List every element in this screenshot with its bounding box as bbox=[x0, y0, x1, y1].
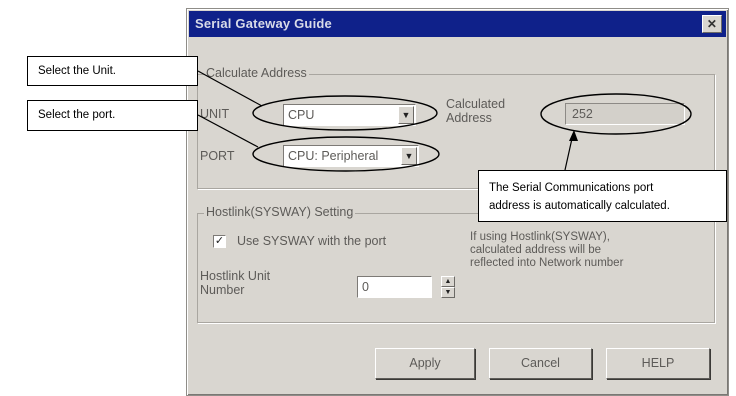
address-highlight-ellipse bbox=[540, 93, 692, 135]
callout-select-unit-text: Select the Unit. bbox=[38, 65, 116, 77]
port-highlight-ellipse bbox=[252, 136, 440, 172]
callout-select-unit: Select the Unit. bbox=[27, 56, 198, 86]
callout-auto-calculated-line2: address is automatically calculated. bbox=[489, 200, 670, 212]
port-pointer-line bbox=[197, 114, 259, 148]
callout-auto-calculated-line1: The Serial Communications port bbox=[489, 182, 654, 194]
unit-pointer-line bbox=[197, 70, 263, 107]
callout-auto-calculated: The Serial Communications port address i… bbox=[478, 170, 727, 222]
callout-select-port-text: Select the port. bbox=[38, 109, 116, 121]
unit-highlight-ellipse bbox=[252, 95, 438, 131]
callout-select-port: Select the port. bbox=[27, 100, 198, 131]
